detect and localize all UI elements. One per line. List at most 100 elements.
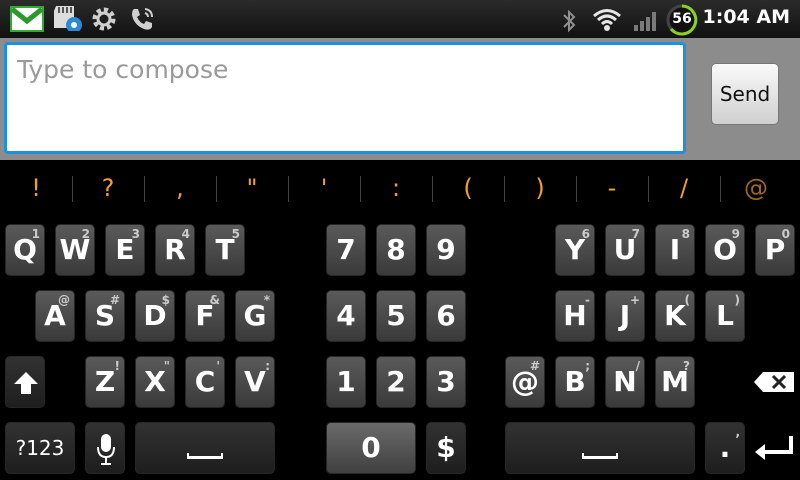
- key-label: R: [164, 233, 186, 266]
- key-q[interactable]: 1Q: [5, 224, 45, 276]
- suggestion-dash[interactable]: -: [576, 160, 648, 216]
- key-i[interactable]: 8I: [655, 224, 695, 276]
- key-o[interactable]: 9O: [705, 224, 745, 276]
- key-b[interactable]: ; B: [555, 356, 595, 408]
- key-2[interactable]: 2: [376, 356, 416, 408]
- key-m[interactable]: ? M: [655, 356, 695, 408]
- key-label: X: [144, 365, 166, 398]
- key-label: @: [511, 365, 539, 398]
- key-7[interactable]: 7: [326, 224, 366, 276]
- enter-arrow-icon: [755, 436, 793, 460]
- suggestion-double-quote[interactable]: ": [216, 160, 288, 216]
- key-8[interactable]: 8: [376, 224, 416, 276]
- key-label: W: [59, 233, 91, 266]
- key-label: P: [764, 233, 786, 266]
- key-t[interactable]: 5T: [205, 224, 245, 276]
- key-label: V: [244, 365, 266, 398]
- key-label: K: [664, 299, 686, 332]
- key-1[interactable]: 1: [326, 356, 366, 408]
- key-9[interactable]: 9: [426, 224, 466, 276]
- status-bar: 56 1:04 AM: [0, 0, 800, 38]
- key-5[interactable]: 5: [376, 290, 416, 342]
- key-x[interactable]: " X: [135, 356, 175, 408]
- key-label: S: [94, 299, 116, 332]
- space-key-right[interactable]: [505, 422, 695, 474]
- key-a[interactable]: @ A: [35, 290, 75, 342]
- space-icon: [187, 453, 223, 459]
- key-v[interactable]: :V: [235, 356, 275, 408]
- symbol-suggestion-strip: ! ? , " ' : ( ) - / @: [0, 160, 800, 216]
- suggestion-question[interactable]: ?: [72, 160, 144, 216]
- key-label: 5: [386, 299, 406, 332]
- key-label: 4: [336, 299, 356, 332]
- wifi-icon: [593, 9, 621, 31]
- key-label: D: [143, 299, 167, 332]
- key-label: Q: [13, 233, 37, 266]
- key-k[interactable]: (K: [655, 290, 695, 342]
- key-label: 0: [361, 431, 381, 464]
- space-key-left[interactable]: [135, 422, 275, 474]
- key-c[interactable]: ' C: [185, 356, 225, 408]
- key-label: G: [243, 299, 267, 332]
- key-w[interactable]: 2W: [55, 224, 95, 276]
- voice-input-key[interactable]: [85, 422, 125, 474]
- key-s[interactable]: # S: [85, 290, 125, 342]
- key-dollar[interactable]: $: [426, 422, 466, 474]
- key-label: E: [115, 233, 135, 266]
- key-l[interactable]: ) L: [705, 290, 745, 342]
- suggestion-exclamation[interactable]: !: [0, 160, 72, 216]
- key-6[interactable]: 6: [426, 290, 466, 342]
- key-e[interactable]: 3E: [105, 224, 145, 276]
- compose-input[interactable]: [7, 45, 683, 151]
- key-0[interactable]: 0: [326, 422, 416, 474]
- suggestion-close-paren[interactable]: ): [504, 160, 576, 216]
- suggestion-single-quote[interactable]: ': [288, 160, 360, 216]
- key-n[interactable]: / N: [605, 356, 645, 408]
- key-label: I: [669, 233, 681, 266]
- suggestion-at[interactable]: @: [720, 160, 792, 216]
- clock: 1:04 AM: [702, 6, 791, 28]
- send-button[interactable]: Send: [711, 63, 779, 125]
- bluetooth-icon: [563, 9, 576, 33]
- key-4[interactable]: 4: [326, 290, 366, 342]
- sd-card-settings-icon: [54, 6, 82, 31]
- key-g[interactable]: * G: [235, 290, 275, 342]
- key-label: F: [195, 299, 215, 332]
- key-p[interactable]: 0P: [755, 224, 795, 276]
- key-f[interactable]: & F: [185, 290, 225, 342]
- key-d[interactable]: $ D: [135, 290, 175, 342]
- key-h[interactable]: -H: [555, 290, 595, 342]
- key-j[interactable]: + J: [605, 290, 645, 342]
- key-label: ?123: [15, 436, 65, 460]
- suggestion-slash[interactable]: /: [648, 160, 720, 216]
- compose-field[interactable]: [4, 42, 686, 154]
- suggestion-open-paren[interactable]: (: [432, 160, 504, 216]
- backspace-key[interactable]: [752, 356, 796, 408]
- shift-key[interactable]: [5, 356, 45, 408]
- shift-arrow-icon: [14, 372, 38, 394]
- space-icon: [582, 453, 618, 459]
- suggestion-colon[interactable]: :: [360, 160, 432, 216]
- key-u[interactable]: 7U: [605, 224, 645, 276]
- key-label: U: [613, 233, 637, 266]
- key-label: 6: [436, 299, 456, 332]
- enter-key[interactable]: [752, 422, 796, 474]
- key-label: C: [194, 365, 216, 398]
- battery-level: 56: [672, 11, 692, 27]
- key-label: 2: [386, 365, 406, 398]
- gmail-icon: [10, 6, 44, 32]
- suggestion-comma[interactable]: ,: [144, 160, 216, 216]
- phone-icon: [132, 8, 153, 30]
- key-3[interactable]: 3: [426, 356, 466, 408]
- key-label: N: [613, 365, 637, 398]
- symbols-mode-key[interactable]: ?123: [5, 422, 75, 474]
- key-y[interactable]: 6Y: [555, 224, 595, 276]
- key-at[interactable]: # @: [505, 356, 545, 408]
- key-period[interactable]: ,.: [705, 422, 745, 474]
- key-label: M: [661, 365, 689, 398]
- key-z[interactable]: ! Z: [85, 356, 125, 408]
- key-r[interactable]: 4R: [155, 224, 195, 276]
- key-label: .: [719, 431, 731, 464]
- key-label: 8: [386, 233, 406, 266]
- key-label: 3: [436, 365, 456, 398]
